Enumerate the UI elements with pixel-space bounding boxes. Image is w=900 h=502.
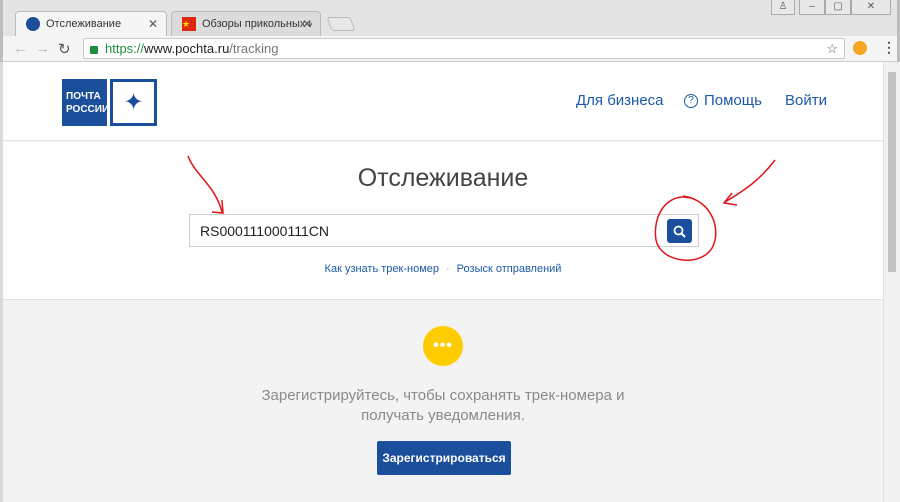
search-shipments-link[interactable]: Розыск отправлений	[457, 263, 562, 275]
tracking-number-input[interactable]: RS000111000111CN	[189, 214, 699, 247]
search-icon	[673, 225, 686, 238]
tab-label: Обзоры прикольных и нео	[202, 18, 312, 30]
maximize-button[interactable]: ▢	[825, 0, 851, 15]
tab-reviews[interactable]: ★ Обзоры прикольных и нео ✕	[171, 11, 321, 36]
url-scheme: https://	[105, 41, 145, 56]
page: ПОЧТА РОССИИ ✦ Для бизнеса ? Помощь Войти …	[3, 62, 883, 502]
nav-login-link[interactable]: Войти	[785, 92, 827, 109]
scrollbar-thumb[interactable]	[888, 72, 896, 272]
close-tab-icon[interactable]: ✕	[302, 17, 312, 31]
pochta-favicon-icon	[26, 17, 40, 31]
minimize-button[interactable]: –	[799, 0, 825, 15]
scrollbar[interactable]	[883, 62, 900, 502]
search-button[interactable]	[667, 219, 692, 243]
promo-text-line2: получать уведомления.	[361, 407, 525, 424]
menu-icon[interactable]: ⋮	[882, 39, 896, 56]
close-tab-icon[interactable]: ✕	[148, 17, 158, 31]
nav-help-link[interactable]: ? Помощь	[684, 92, 762, 109]
logo-line2: РОССИИ	[66, 103, 110, 115]
eagle-emblem-icon: ✦	[110, 79, 157, 126]
bookmark-star-icon[interactable]: ☆	[826, 41, 838, 57]
new-tab-button[interactable]	[326, 17, 356, 31]
url-host: www.pochta.ru	[144, 41, 230, 56]
page-title: Отслеживание	[357, 164, 529, 192]
extension-icon[interactable]	[853, 41, 867, 55]
help-icon: ?	[684, 93, 698, 108]
register-button[interactable]: Зарегистрироваться	[377, 441, 511, 475]
tracking-links: Как узнать трек-номер · Розыск отправлений	[324, 263, 562, 275]
how-to-find-link[interactable]: Как узнать трек-номер	[325, 263, 439, 275]
tab-label: Отслеживание	[46, 18, 122, 30]
chat-bubble-icon: •••	[423, 326, 463, 366]
tab-bar: Отслеживание ✕ ★ Обзоры прикольных и нео…	[0, 0, 900, 36]
forward-icon[interactable]: →	[35, 40, 50, 57]
lock-icon	[90, 45, 98, 54]
reload-icon[interactable]: ↻	[58, 40, 71, 58]
china-flag-icon: ★	[182, 17, 196, 31]
browser-toolbar: ← → ↻ https://www.pochta.ru/tracking ☆ ⋮	[0, 36, 900, 62]
nav-business-link[interactable]: Для бизнеса	[576, 92, 664, 109]
tracking-section: Отслеживание RS000111000111CN Как узнать…	[3, 142, 883, 300]
tab-tracking[interactable]: Отслеживание ✕	[15, 11, 167, 36]
url-path: /tracking	[229, 41, 279, 56]
window-controls: ♙ – ▢ ✕	[771, 0, 891, 15]
address-bar[interactable]: https://www.pochta.ru/tracking ☆	[83, 38, 845, 59]
site-header: ПОЧТА РОССИИ ✦ Для бизнеса ? Помощь Войти	[3, 62, 883, 141]
back-icon[interactable]: ←	[13, 40, 28, 57]
promo-text-line1: Зарегистрируйтесь, чтобы сохранять трек-…	[261, 387, 625, 404]
logo-line1: ПОЧТА	[66, 90, 101, 102]
help-label: Помощь	[704, 92, 762, 109]
profile-icon[interactable]: ♙	[771, 0, 795, 15]
close-window-button[interactable]: ✕	[851, 0, 891, 15]
pochta-logo[interactable]: ПОЧТА РОССИИ ✦	[62, 79, 157, 126]
